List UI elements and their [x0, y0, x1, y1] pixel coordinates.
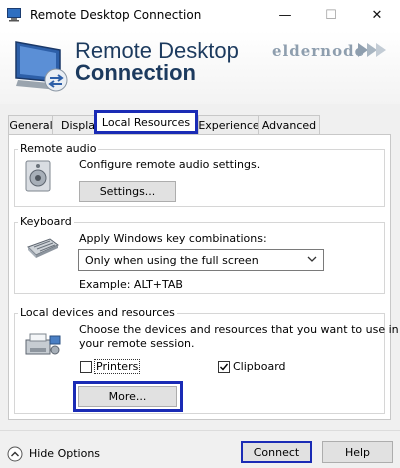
keyboard-example: Example: ALT+TAB	[79, 278, 183, 291]
close-icon: ✕	[371, 8, 383, 23]
clipboard-checkbox[interactable]	[218, 361, 230, 373]
clipboard-label: Clipboard	[233, 360, 286, 373]
minimize-button[interactable]: —	[262, 0, 308, 31]
keyboard-title: Keyboard	[18, 215, 74, 228]
maximize-button[interactable]: ☐	[308, 0, 354, 31]
minimize-icon: —	[278, 8, 292, 23]
printers-checkbox[interactable]	[80, 361, 92, 373]
local-devices-description-line1: Choose the devices and resources that yo…	[79, 323, 399, 336]
eldernode-logo: eldernode	[272, 42, 366, 60]
more-button[interactable]: More...	[78, 386, 177, 407]
settings-button[interactable]: Settings...	[79, 181, 176, 202]
printers-label[interactable]: Printers	[93, 359, 141, 374]
help-button[interactable]: Help	[322, 441, 393, 463]
tab-advanced[interactable]: Advanced	[258, 115, 320, 135]
remote-desktop-monitor-icon	[15, 41, 68, 92]
tab-local-resources[interactable]: Local Resources	[94, 110, 198, 134]
footer-separator	[0, 430, 400, 431]
chevron-down-icon	[307, 256, 317, 262]
hide-options-link[interactable]: Hide Options	[29, 447, 100, 460]
banner-title-line2: Connection	[75, 60, 196, 85]
tab-display[interactable]: Display	[52, 115, 102, 134]
tab-experience[interactable]: Experience	[198, 115, 260, 135]
local-devices-icon	[25, 333, 61, 355]
window-title: Remote Desktop Connection	[30, 8, 202, 22]
windows-key-combinations-dropdown[interactable]: Only when using the full screen	[78, 249, 324, 271]
connect-button[interactable]: Connect	[241, 441, 312, 463]
remote-desktop-app-icon	[7, 8, 21, 22]
remote-audio-description: Configure remote audio settings.	[79, 158, 261, 171]
tab-general[interactable]: General	[8, 115, 54, 135]
keyboard-icon	[27, 238, 59, 258]
speaker-icon	[25, 160, 51, 192]
chevron-up-circle-icon[interactable]	[7, 446, 23, 462]
local-devices-title: Local devices and resources	[18, 306, 177, 319]
close-button[interactable]: ✕	[354, 0, 400, 31]
local-devices-description-line2: your remote session.	[79, 337, 195, 350]
checkmark-icon	[220, 363, 229, 371]
maximize-icon: ☐	[325, 8, 337, 23]
remote-audio-title: Remote audio	[18, 142, 99, 155]
dropdown-selected-value: Only when using the full screen	[85, 253, 259, 267]
eldernode-arrows-icon	[358, 43, 386, 57]
apply-windows-keys-label: Apply Windows key combinations:	[79, 232, 267, 245]
